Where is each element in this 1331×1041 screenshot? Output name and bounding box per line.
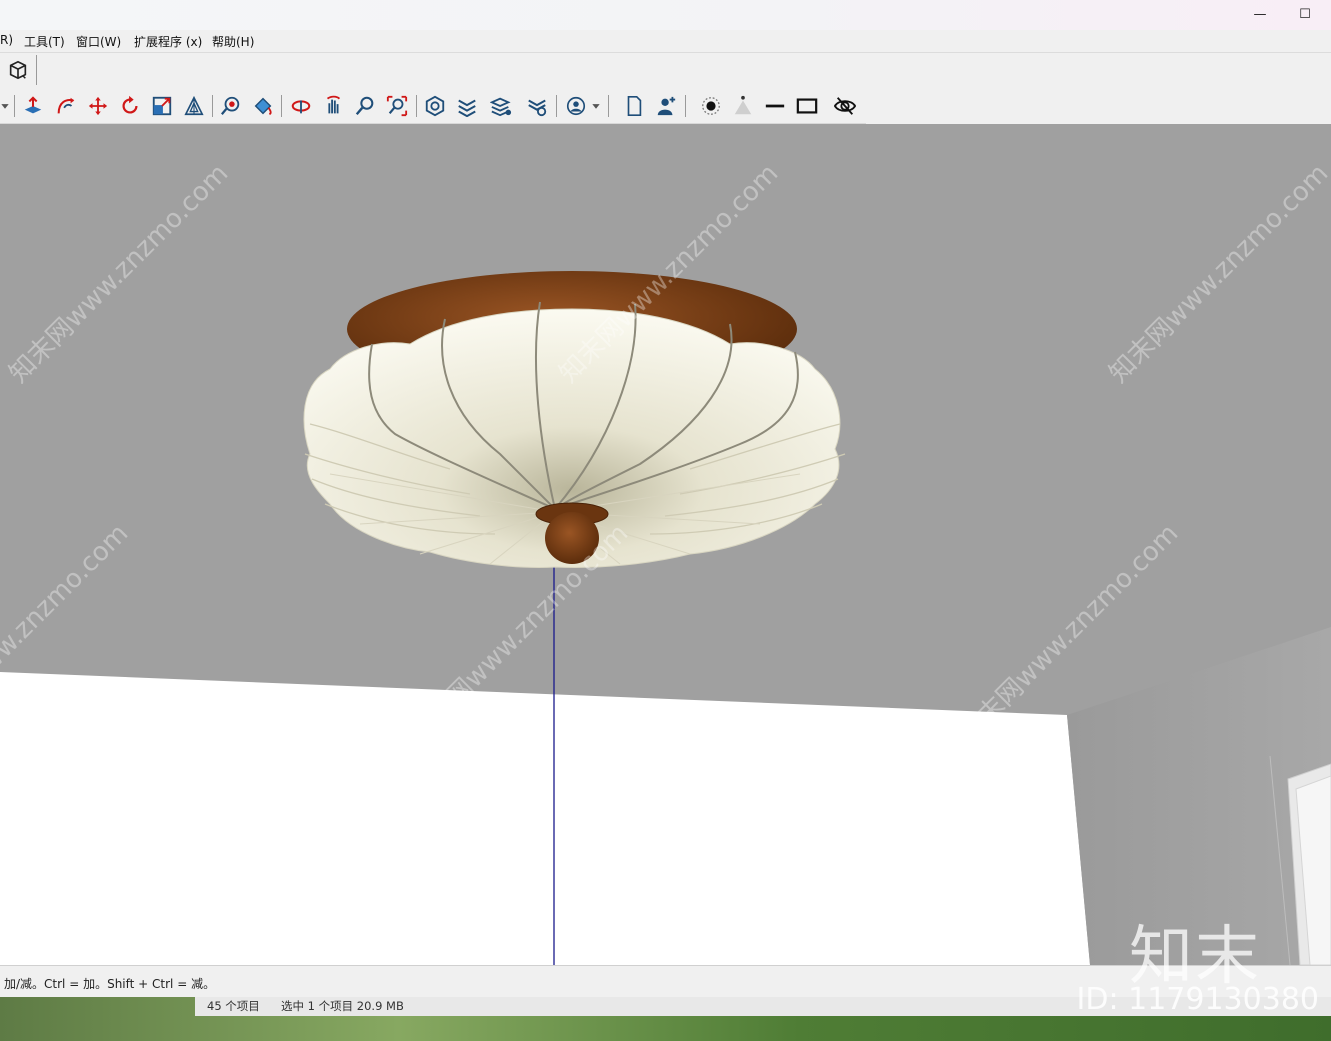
model-viewport[interactable]: 知末网www.znzmo.com 知末网www.znzmo.com 知末网www… xyxy=(0,124,1331,965)
menu-item-tools[interactable]: 工具(T) xyxy=(24,33,65,50)
toolbar-separator xyxy=(212,95,213,117)
push-pull-icon[interactable] xyxy=(20,93,46,119)
selection-info: 选中 1 个项目 20.9 MB xyxy=(281,999,404,1013)
toolbar-separator xyxy=(416,95,417,117)
title-bar: — ☐ xyxy=(0,0,1331,30)
item-count: 45 个项目 xyxy=(207,999,260,1013)
chevron-down-icon[interactable] xyxy=(590,93,602,119)
toolbar-separator xyxy=(685,95,686,117)
menu-item-extensions[interactable]: 扩展程序 (x) xyxy=(134,33,202,50)
zoom-extents-icon[interactable] xyxy=(384,93,410,119)
tag-settings-icon[interactable] xyxy=(524,93,550,119)
pan-icon[interactable] xyxy=(320,93,346,119)
tape-measure-icon[interactable] xyxy=(218,93,244,119)
outliner-icon[interactable] xyxy=(422,93,448,119)
component-box-icon[interactable] xyxy=(5,57,31,83)
rotate-icon[interactable] xyxy=(117,93,143,119)
line-light-icon[interactable] xyxy=(762,93,788,119)
person-add-icon[interactable] xyxy=(653,93,679,119)
hide-icon[interactable] xyxy=(832,93,858,119)
tags-icon[interactable] xyxy=(488,93,514,119)
toolbar-main xyxy=(0,89,866,124)
layers-icon[interactable] xyxy=(454,93,480,119)
spot-light-icon[interactable] xyxy=(730,93,756,119)
toolbar-separator xyxy=(556,95,557,117)
point-light-icon[interactable] xyxy=(698,93,724,119)
toolbar-separator xyxy=(608,95,609,117)
ceiling-lamp-model xyxy=(303,271,846,568)
toolbar-overflow-icon[interactable] xyxy=(0,93,10,119)
toolbar-separator xyxy=(14,95,15,117)
move-icon[interactable] xyxy=(85,93,111,119)
scene-canvas[interactable]: 知末网www.znzmo.com 知末网www.znzmo.com 知末网www… xyxy=(0,124,1331,965)
paint-bucket-icon[interactable] xyxy=(250,93,276,119)
orbit-icon[interactable] xyxy=(288,93,314,119)
zoom-icon[interactable] xyxy=(352,93,378,119)
follow-me-icon[interactable] xyxy=(53,93,79,119)
menu-item-partial[interactable]: R) xyxy=(0,33,13,47)
toolbar-empty-area xyxy=(866,89,1331,124)
user-account-icon[interactable] xyxy=(563,93,589,119)
id-watermark: ID: 1179130380 xyxy=(1076,982,1319,1017)
wall-plane xyxy=(0,672,1090,965)
maximize-button[interactable]: ☐ xyxy=(1290,4,1320,26)
toolbar-separator xyxy=(36,55,37,85)
rect-light-icon[interactable] xyxy=(794,93,820,119)
toolbar-separator xyxy=(281,95,282,117)
minimize-button[interactable]: — xyxy=(1245,4,1275,26)
toolbar-top xyxy=(0,53,1331,89)
menu-bar: R) 工具(T) 窗口(W) 扩展程序 (x) 帮助(H) xyxy=(0,30,1331,53)
menu-item-window[interactable]: 窗口(W) xyxy=(76,33,121,50)
scale-icon[interactable] xyxy=(149,93,175,119)
new-file-icon[interactable] xyxy=(621,93,647,119)
menu-item-help[interactable]: 帮助(H) xyxy=(212,33,254,50)
offset-icon[interactable] xyxy=(181,93,207,119)
status-hint: 加/减。Ctrl = 加。Shift + Ctrl = 减。 xyxy=(4,977,216,991)
